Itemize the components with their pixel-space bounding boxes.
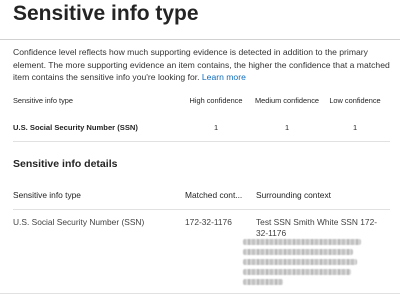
- header-high-confidence[interactable]: High confidence: [187, 96, 245, 105]
- header-medium-confidence[interactable]: Medium confidence: [252, 96, 322, 105]
- row-high-count: 1: [213, 123, 219, 132]
- detail-matched-content: 172-32-1176: [185, 217, 232, 227]
- table-row[interactable]: U.S. Social Security Number (SSN) 1 1 1: [13, 123, 390, 137]
- detail-sensitive-info-type: U.S. Social Security Number (SSN): [13, 217, 145, 227]
- header-sensitive-info-type[interactable]: Sensitive info type: [13, 96, 73, 105]
- header-divider: [0, 39, 400, 40]
- row-low-count: 1: [352, 123, 358, 132]
- header-divider-line: [13, 209, 390, 210]
- learn-more-link[interactable]: Learn more: [202, 72, 246, 82]
- summary-table-header: Sensitive info type High confidence Medi…: [13, 96, 390, 108]
- details-section-title: Sensitive info details: [13, 158, 118, 170]
- row-divider: [13, 141, 390, 142]
- row-sensitive-info-type: U.S. Social Security Number (SSN): [13, 123, 138, 132]
- header-surrounding-context[interactable]: Surrounding context: [256, 190, 331, 200]
- detail-surrounding-context: Test SSN Smith White SSN 172-32-1176: [256, 217, 378, 238]
- redacted-line: [243, 239, 361, 245]
- description: Confidence level reflects how much suppo…: [13, 46, 391, 84]
- header-matched-content[interactable]: Matched cont...: [185, 190, 242, 200]
- bottom-divider: [0, 293, 400, 294]
- redacted-line: [243, 259, 357, 265]
- header-low-confidence[interactable]: Low confidence: [326, 96, 384, 105]
- details-table-header: Sensitive info type Matched cont... Surr…: [13, 190, 390, 202]
- redacted-context: [243, 239, 361, 287]
- redacted-line: [243, 269, 351, 275]
- header-details-type[interactable]: Sensitive info type: [13, 190, 81, 200]
- page-title: Sensitive info type: [13, 2, 199, 25]
- redacted-line: [243, 279, 283, 285]
- row-medium-count: 1: [284, 123, 290, 132]
- redacted-line: [243, 249, 353, 255]
